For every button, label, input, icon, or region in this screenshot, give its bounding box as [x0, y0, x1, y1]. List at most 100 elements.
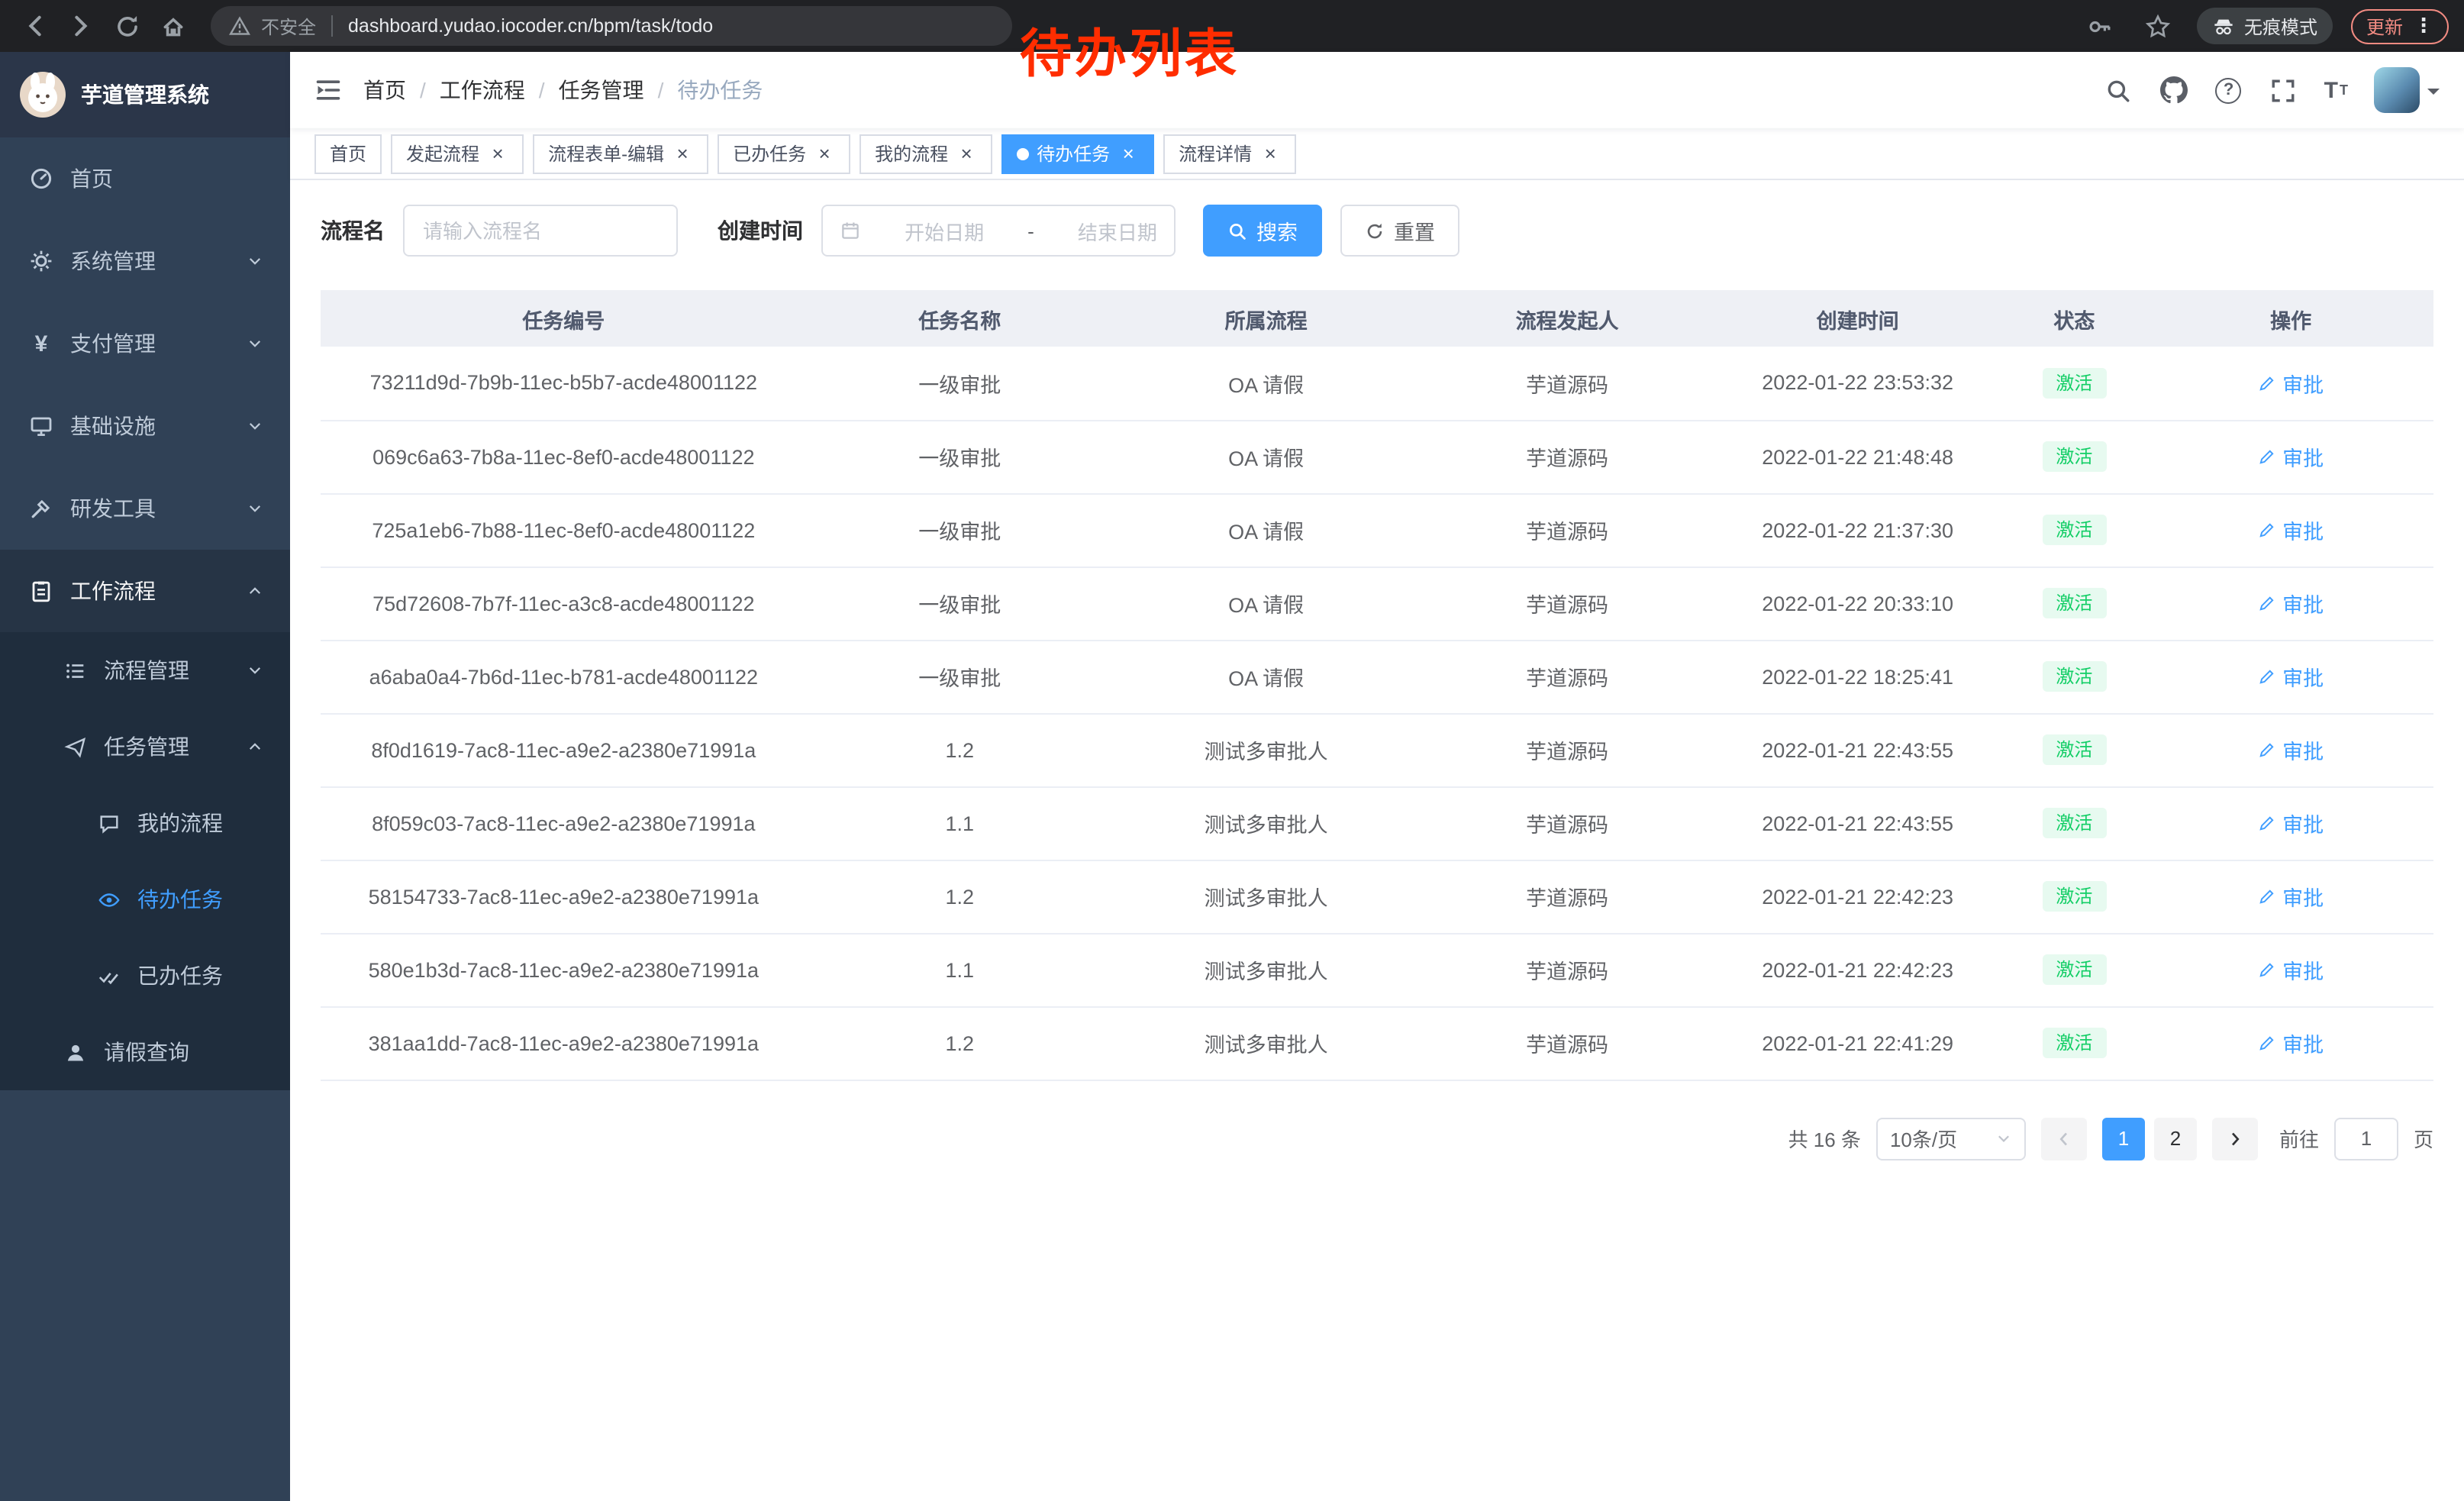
tags-bar: 首页 发起流程 × 流程表单-编辑 × 已办任务 × [290, 128, 2464, 180]
tools-icon [27, 495, 55, 522]
chevron-down-icon [247, 418, 263, 434]
tab-label: 待办任务 [1037, 140, 1110, 166]
approve-link[interactable]: 审批 [2258, 588, 2324, 618]
breadcrumb-workflow[interactable]: 工作流程 [440, 75, 525, 105]
help-icon[interactable]: ? [2216, 77, 2242, 103]
breadcrumb-separator: / [658, 78, 664, 102]
user-avatar[interactable] [2374, 67, 2440, 113]
process-name-input[interactable] [403, 205, 678, 257]
cell-initiator: 芋道源码 [1419, 933, 1715, 1006]
tab[interactable]: 已办任务 × [718, 134, 850, 173]
search-button[interactable]: 搜索 [1203, 205, 1322, 257]
home-icon[interactable] [153, 6, 192, 46]
close-icon[interactable]: × [814, 143, 835, 164]
approve-link[interactable]: 审批 [2258, 954, 2324, 985]
prev-page-button[interactable] [2041, 1117, 2087, 1160]
avatar [2374, 67, 2420, 113]
cell-initiator: 芋道源码 [1419, 420, 1715, 493]
fullscreen-icon[interactable] [2268, 75, 2298, 105]
chevron-down-icon [247, 501, 263, 516]
sidebar-item-system-mgmt[interactable]: 系统管理 [0, 220, 290, 302]
approve-link[interactable]: 审批 [2258, 441, 2324, 472]
sidebar-item-home[interactable]: 首页 [0, 137, 290, 220]
address-bar[interactable]: 不安全 dashboard.yudao.iocoder.cn/bpm/task/… [211, 6, 1012, 46]
goto-page-input[interactable] [2334, 1117, 2398, 1160]
cell-task-name: 1.2 [807, 713, 1113, 786]
cell-initiator: 芋道源码 [1419, 567, 1715, 640]
browser-update-button[interactable]: 更新 ⋮ [2351, 8, 2449, 44]
page-button[interactable]: 1 [2102, 1117, 2145, 1160]
sidebar-item-task-mgmt[interactable]: 任务管理 [0, 709, 290, 785]
next-page-button[interactable] [2212, 1117, 2258, 1160]
close-icon[interactable]: × [1259, 143, 1281, 164]
approve-link[interactable]: 审批 [2258, 808, 2324, 838]
sidebar-item-workflow[interactable]: 工作流程 [0, 550, 290, 632]
sidebar-item-done-tasks[interactable]: 已办任务 [0, 938, 290, 1014]
pen-icon [2258, 521, 2276, 539]
pen-icon [2258, 960, 2276, 979]
sidebar-item-infrastructure[interactable]: 基础设施 [0, 385, 290, 467]
column-header: 任务名称 [807, 290, 1113, 347]
font-size-icon[interactable]: TT [2324, 75, 2348, 105]
table-row: 725a1eb6-7b88-11ec-8ef0-acde48001122 一级审… [321, 493, 2433, 567]
tab[interactable]: 待办任务 × [1001, 134, 1154, 173]
sidebar-item-process-mgmt[interactable]: 流程管理 [0, 632, 290, 709]
sidebar-item-my-process[interactable]: 我的流程 [0, 785, 290, 861]
close-icon[interactable]: × [672, 143, 693, 164]
pagination: 共 16 条 10条/页 12 前往 页 [321, 1117, 2433, 1160]
chevron-up-icon [247, 739, 263, 754]
start-date-placeholder: 开始日期 [905, 216, 984, 245]
sidebar-item-dev-tools[interactable]: 研发工具 [0, 467, 290, 550]
reset-button[interactable]: 重置 [1340, 205, 1459, 257]
approve-link[interactable]: 审批 [2258, 881, 2324, 912]
close-icon[interactable]: × [487, 143, 508, 164]
tab[interactable]: 首页 [314, 134, 382, 173]
back-icon[interactable] [15, 6, 55, 46]
cell-task-name: 一级审批 [807, 493, 1113, 567]
cell-process: OA 请假 [1113, 640, 1419, 713]
sidebar-item-label: 任务管理 [104, 731, 189, 762]
tab-label: 已办任务 [733, 140, 806, 166]
approve-link[interactable]: 审批 [2258, 734, 2324, 765]
close-icon[interactable]: × [956, 143, 977, 164]
tab[interactable]: 发起流程 × [391, 134, 524, 173]
sidebar-item-payment-mgmt[interactable]: ¥ 支付管理 [0, 302, 290, 385]
tab[interactable]: 流程详情 × [1163, 134, 1296, 173]
cell-status: 激活 [2000, 860, 2148, 933]
table-row: 58154733-7ac8-11ec-a9e2-a2380e71991a 1.2… [321, 860, 2433, 933]
sidebar-item-label: 研发工具 [70, 493, 156, 524]
cell-process: OA 请假 [1113, 420, 1419, 493]
pen-icon [2258, 374, 2276, 392]
github-icon[interactable] [2159, 75, 2190, 105]
close-icon[interactable]: × [1118, 143, 1139, 164]
column-header: 创建时间 [1715, 290, 2001, 347]
approve-link[interactable]: 审批 [2258, 368, 2324, 399]
approve-link[interactable]: 审批 [2258, 1028, 2324, 1058]
app-logo[interactable]: 芋道管理系统 [0, 52, 290, 137]
page-button[interactable]: 2 [2154, 1117, 2197, 1160]
bookmark-star-icon[interactable] [2139, 6, 2179, 46]
tab[interactable]: 我的流程 × [859, 134, 992, 173]
approve-link[interactable]: 审批 [2258, 661, 2324, 692]
page-size-select[interactable]: 10条/页 [1876, 1117, 2026, 1160]
sidebar-item-todo-tasks[interactable]: 待办任务 [0, 861, 290, 938]
breadcrumb-home[interactable]: 首页 [363, 75, 406, 105]
sidebar-item-label: 系统管理 [70, 246, 156, 276]
breadcrumb-task-mgmt[interactable]: 任务管理 [559, 75, 644, 105]
search-icon[interactable] [2103, 75, 2133, 105]
date-range-picker[interactable]: 开始日期 - 结束日期 [821, 205, 1176, 257]
cell-status: 激活 [2000, 567, 2148, 640]
forward-icon[interactable] [61, 6, 101, 46]
approve-link[interactable]: 审批 [2258, 515, 2324, 545]
hamburger-icon[interactable] [314, 76, 342, 104]
tab[interactable]: 流程表单-编辑 × [533, 134, 708, 173]
sidebar-item-label: 我的流程 [137, 808, 223, 838]
menu-dots-icon[interactable]: ⋮ [2414, 14, 2433, 38]
reload-icon[interactable] [107, 6, 147, 46]
sidebar-item-leave-query[interactable]: 请假查询 [0, 1014, 290, 1090]
cell-task-id: 73211d9d-7b9b-11ec-b5b7-acde48001122 [321, 347, 807, 420]
cell-task-name: 1.2 [807, 860, 1113, 933]
sidebar-item-label: 基础设施 [70, 411, 156, 441]
key-icon[interactable] [2081, 6, 2121, 46]
cell-created: 2022-01-22 20:33:10 [1715, 567, 2001, 640]
